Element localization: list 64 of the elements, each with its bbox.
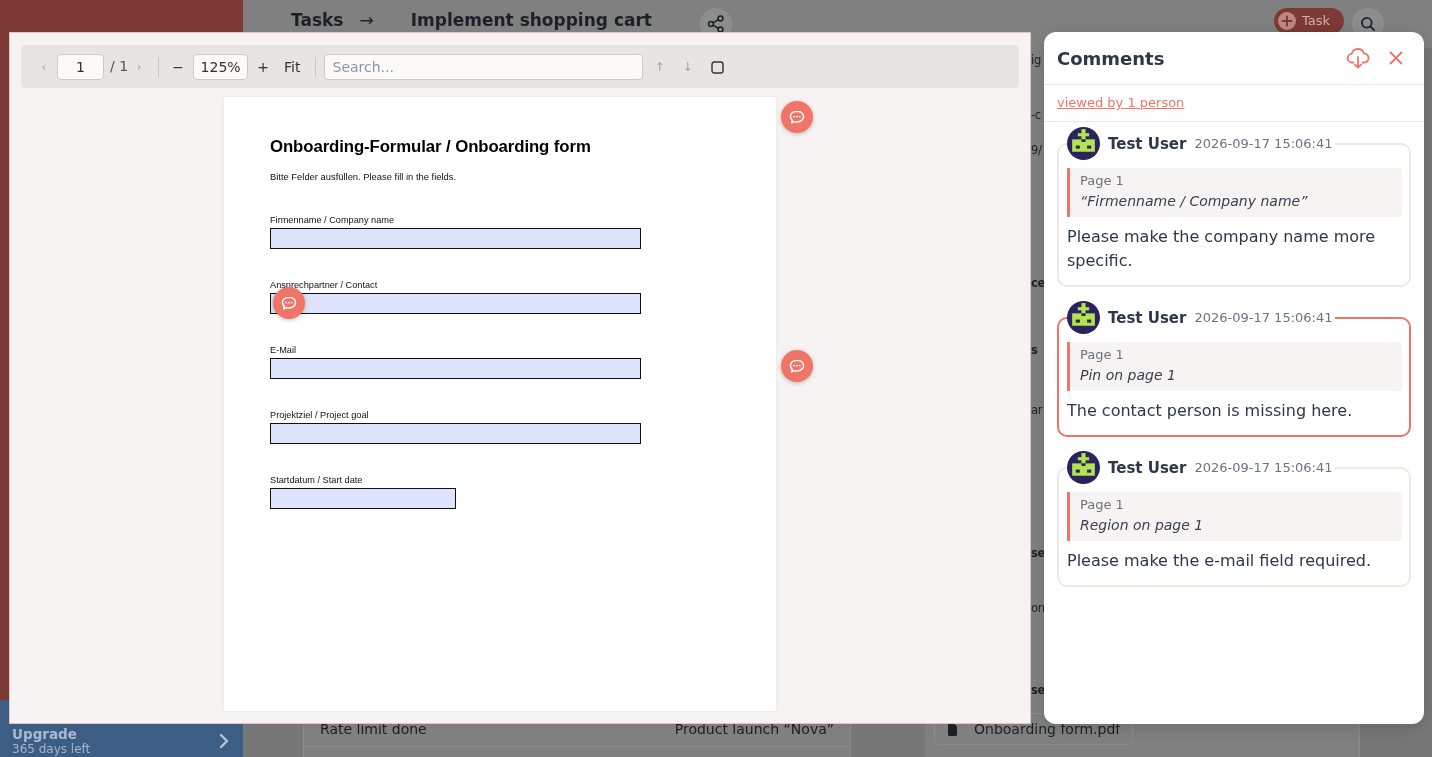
toolbar-button[interactable]: Fit bbox=[284, 53, 301, 80]
form-field[interactable] bbox=[270, 488, 456, 509]
detail-text: on bbox=[1031, 600, 1045, 617]
comment-card[interactable]: Test User 2026-09-17 15:06:41 Page 1 “Firmenname / Company name” Please make the company name more specific. bbox=[1057, 127, 1411, 287]
search-icon bbox=[1361, 17, 1375, 31]
form-field[interactable] bbox=[270, 358, 641, 379]
document-instructions: Bitte Felder ausfüllen. Please fill in the fields. bbox=[270, 170, 458, 184]
comment-pin-icon[interactable] bbox=[781, 101, 813, 133]
detail-text: -c bbox=[1031, 107, 1041, 124]
field-label: Startdatum / Start date bbox=[270, 474, 364, 487]
zoom-level-field[interactable]: 125% bbox=[193, 53, 249, 80]
field-label: E-Mail bbox=[270, 344, 298, 357]
table-cell-text: Product launch “Nova” bbox=[674, 719, 834, 739]
form-field[interactable] bbox=[270, 423, 641, 444]
comment-text: Please make the company name more specific. bbox=[1067, 226, 1377, 272]
trial-days-text: 365 days left bbox=[12, 742, 92, 756]
table-cell-text: Rate limit done bbox=[320, 719, 428, 739]
detail-text: ar bbox=[1031, 402, 1043, 419]
download-button[interactable] bbox=[1346, 47, 1370, 69]
detail-text: 9/ bbox=[1031, 142, 1042, 159]
page-title: Implement shopping cart bbox=[410, 9, 652, 32]
plus-icon bbox=[1277, 12, 1296, 30]
page-count-text: / 1 bbox=[110, 57, 129, 76]
field-label: Ansprechpartner / Contact bbox=[270, 279, 379, 292]
comment-card[interactable]: Test User 2026-09-17 15:06:41 Page 1 Region on page 1 Please make the e-mail field required. bbox=[1057, 451, 1411, 587]
comment-pin-icon[interactable] bbox=[781, 350, 813, 382]
comment-text: Please make the e-mail field required. bbox=[1067, 550, 1373, 572]
field-label: Projektziel / Project goal bbox=[270, 409, 370, 422]
detail-text: se bbox=[1031, 545, 1046, 562]
detail-text: s bbox=[1031, 342, 1038, 359]
cloud-download-icon bbox=[1346, 47, 1370, 69]
upgrade-title: Upgrade bbox=[12, 726, 78, 742]
comment-text: The contact person is missing here. bbox=[1067, 400, 1354, 422]
avatar-icon bbox=[1067, 451, 1100, 484]
panel-title: Comments bbox=[1057, 46, 1165, 71]
toolbar-button[interactable]: − bbox=[171, 53, 186, 80]
close-icon bbox=[1389, 51, 1403, 65]
chevron-right-icon bbox=[219, 733, 229, 749]
comment-card[interactable]: Test User 2026-09-17 15:06:41 Page 1 Pin on page 1 The contact person is missing here. bbox=[1057, 301, 1411, 437]
detail-text: ce bbox=[1031, 275, 1046, 292]
field-label: Firmenname / Company name bbox=[270, 214, 396, 227]
form-field[interactable] bbox=[270, 293, 641, 314]
quoted-text: “Firmenname / Company name” bbox=[1080, 192, 1309, 211]
avatar-icon bbox=[1067, 127, 1100, 160]
file-icon bbox=[948, 722, 957, 736]
add-task-button[interactable]: Task bbox=[1273, 8, 1344, 34]
detail-text: se bbox=[1031, 682, 1046, 699]
page-reference: Page 1 bbox=[1080, 172, 1125, 190]
breadcrumb-link[interactable]: Tasks bbox=[291, 8, 344, 32]
quoted-text: Region on page 1 bbox=[1080, 516, 1205, 535]
document-title: Onboarding-Formular / Onboarding form bbox=[270, 136, 592, 158]
page-number-field[interactable]: 1 bbox=[57, 53, 104, 80]
search-field[interactable]: Search... bbox=[323, 53, 643, 80]
page-reference: Page 1 bbox=[1080, 346, 1125, 364]
toolbar-button[interactable]: + bbox=[256, 53, 271, 80]
form-field[interactable] bbox=[270, 228, 641, 249]
avatar-icon bbox=[1067, 301, 1100, 334]
page-reference: Page 1 bbox=[1080, 496, 1125, 514]
viewed-by-link[interactable]: viewed by 1 person bbox=[1057, 93, 1185, 113]
quoted-text: Pin on page 1 bbox=[1080, 366, 1177, 385]
arrow-separator: → bbox=[359, 9, 374, 32]
square-icon bbox=[711, 61, 724, 74]
close-button[interactable] bbox=[1389, 51, 1403, 65]
detail-text: ig bbox=[1031, 52, 1041, 69]
